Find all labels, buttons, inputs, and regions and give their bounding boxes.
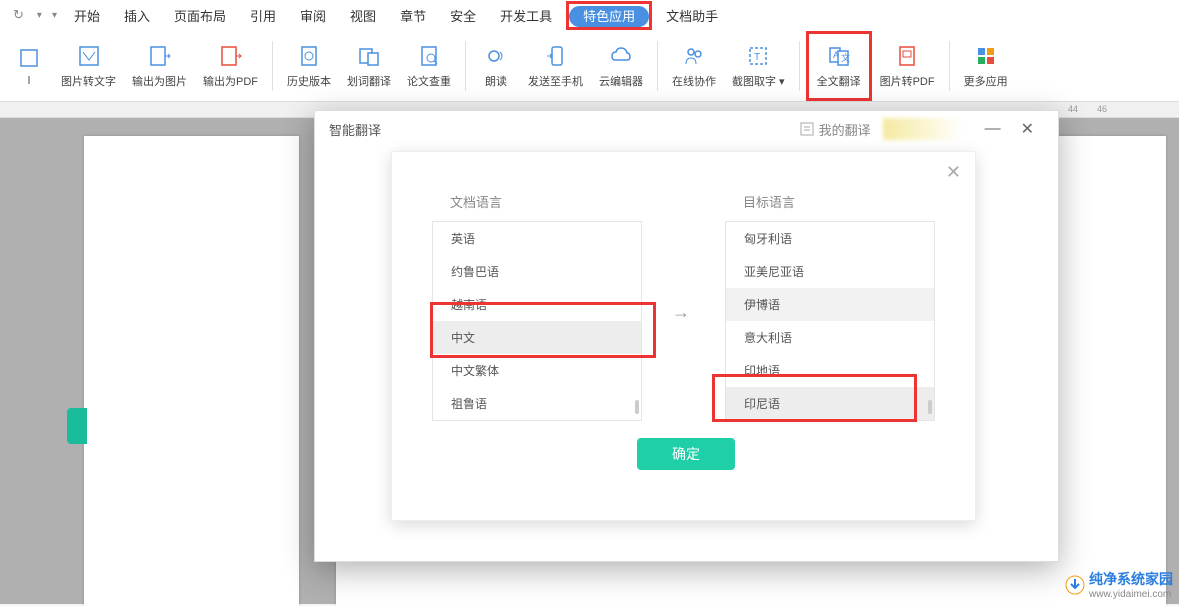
menu-view[interactable]: 视图: [338, 2, 388, 29]
target-language-list[interactable]: 匈牙利语 亚美尼亚语 伊博语 意大利语 印地语 印尼语: [725, 221, 935, 421]
screenshot-ocr-icon: T: [744, 42, 772, 70]
ribbon-image-to-text[interactable]: 图片转文字: [53, 34, 124, 98]
ribbon-separator: [799, 41, 800, 91]
export-pdf-icon: [217, 42, 245, 70]
confirm-button[interactable]: 确定: [637, 438, 735, 470]
ruler-mark: 46: [1097, 104, 1107, 114]
ribbon-separator: [949, 41, 950, 91]
watermark: 纯净系统家园 www.yidaimei.com: [1065, 569, 1173, 600]
watermark-logo-icon: [1065, 575, 1085, 595]
source-language-column: 文档语言 英语 约鲁巴语 越南语 中文 中文繁体 祖鲁语: [432, 192, 642, 421]
menu-chapter[interactable]: 章节: [388, 2, 438, 29]
lang-option-yoruba[interactable]: 约鲁巴语: [433, 255, 641, 288]
ribbon-send-phone[interactable]: 发送至手机: [520, 34, 591, 98]
lang-option-hungarian[interactable]: 匈牙利语: [726, 222, 934, 255]
dialog-title: 智能翻译: [329, 120, 381, 139]
ribbon-more-apps[interactable]: 更多应用: [956, 34, 1016, 98]
scroll-indicator[interactable]: [928, 400, 932, 414]
svg-text:T: T: [754, 52, 760, 63]
scroll-indicator[interactable]: [635, 400, 639, 414]
ribbon-export-pdf[interactable]: 输出为PDF: [195, 34, 266, 98]
ribbon-plagiarism[interactable]: 论文查重: [399, 34, 459, 98]
read-aloud-icon: [482, 42, 510, 70]
ribbon-full-translate[interactable]: A文 全文翻译: [809, 34, 869, 98]
menu-layout[interactable]: 页面布局: [162, 2, 238, 29]
menu-insert[interactable]: 插入: [112, 2, 162, 29]
ribbon-read-aloud[interactable]: 朗读: [472, 34, 520, 98]
lang-option-chinese[interactable]: 中文: [433, 321, 641, 354]
ribbon-collab[interactable]: 在线协作: [664, 34, 724, 98]
ribbon-history[interactable]: 历史版本: [279, 34, 339, 98]
ribbon-toolbar: l 图片转文字 输出为图片 输出为PDF 历史版本 划词翻译 论文查重 朗读 发…: [0, 30, 1179, 102]
ribbon-screenshot-ocr[interactable]: T 截图取字 ▾: [724, 34, 793, 98]
ribbon-word-translate[interactable]: 划词翻译: [339, 34, 399, 98]
more-apps-icon: [972, 42, 1000, 70]
full-translate-icon: A文: [825, 42, 853, 70]
lang-option-igbo[interactable]: 伊博语: [726, 288, 934, 321]
menu-review[interactable]: 审阅: [288, 2, 338, 29]
ribbon-separator: [465, 41, 466, 91]
minimize-button[interactable]: —: [975, 116, 1011, 142]
menu-overflow[interactable]: ▾: [47, 6, 62, 25]
side-tab[interactable]: [67, 408, 87, 444]
ribbon-separator: [272, 41, 273, 91]
menu-special-apps[interactable]: 特色应用: [569, 6, 649, 27]
language-selection-dialog: ✕ 文档语言 英语 约鲁巴语 越南语 中文 中文繁体 祖鲁语 → 目标语言 匈牙…: [391, 151, 976, 521]
swap-arrow-icon: →: [672, 302, 690, 323]
target-lang-label: 目标语言: [725, 192, 935, 211]
close-button[interactable]: ✕: [1011, 115, 1044, 143]
word-translate-icon: [355, 42, 383, 70]
lang-option-indonesian[interactable]: 印尼语: [726, 387, 934, 420]
menu-doc-assistant[interactable]: 文档助手: [654, 2, 730, 29]
annotation-menu-highlight: 特色应用: [566, 1, 652, 30]
lang-option-vietnamese[interactable]: 越南语: [433, 288, 641, 321]
document-page[interactable]: [84, 136, 299, 606]
send-phone-icon: [542, 42, 570, 70]
ribbon-cloud-edit[interactable]: 云编辑器: [591, 34, 651, 98]
ruler-mark: 44: [1068, 104, 1078, 114]
source-language-list[interactable]: 英语 约鲁巴语 越南语 中文 中文繁体 祖鲁语: [432, 221, 642, 421]
menu-security[interactable]: 安全: [438, 2, 488, 29]
dialog-header: 智能翻译 我的翻译 — ✕: [315, 111, 1058, 147]
lang-option-armenian[interactable]: 亚美尼亚语: [726, 255, 934, 288]
lang-option-italian[interactable]: 意大利语: [726, 321, 934, 354]
img-pdf-icon: [893, 42, 921, 70]
ribbon-img-pdf[interactable]: 图片转PDF: [872, 34, 943, 98]
image-text-icon: [75, 42, 103, 70]
redo-dropdown[interactable]: ▾: [32, 6, 47, 25]
target-language-column: 目标语言 匈牙利语 亚美尼亚语 伊博语 意大利语 印地语 印尼语: [725, 192, 935, 421]
lang-option-traditional-chinese[interactable]: 中文繁体: [433, 354, 641, 387]
lang-option-hindi[interactable]: 印地语: [726, 354, 934, 387]
ribbon-truncated-left[interactable]: l: [5, 34, 53, 98]
menu-bar: ↻ ▾ ▾ 开始 插入 页面布局 引用 审阅 视图 章节 安全 开发工具 特色应…: [0, 0, 1179, 30]
source-lang-label: 文档语言: [432, 192, 642, 211]
collab-icon: [680, 42, 708, 70]
lang-option-english[interactable]: 英语: [433, 222, 641, 255]
ribbon-separator: [657, 41, 658, 91]
my-translations-button[interactable]: 我的翻译: [799, 120, 871, 139]
export-image-icon: [146, 42, 174, 70]
menu-start[interactable]: 开始: [62, 2, 112, 29]
svg-text:文: 文: [841, 52, 850, 63]
ribbon-export-image[interactable]: 输出为图片: [124, 34, 195, 98]
annotation-ribbon-highlight: A文 全文翻译: [806, 31, 872, 101]
plagiarism-icon: [415, 42, 443, 70]
generic-icon: [15, 44, 43, 72]
redo-icon[interactable]: ↻: [5, 3, 32, 27]
menu-reference[interactable]: 引用: [238, 2, 288, 29]
translate-dialog: 智能翻译 我的翻译 — ✕ ✕ 文档语言 英语 约鲁巴语 越南语 中文 中文繁体…: [314, 110, 1059, 562]
watermark-brand: 纯净系统家园: [1089, 569, 1173, 589]
history-icon: [295, 42, 323, 70]
watermark-url: www.yidaimei.com: [1089, 589, 1173, 600]
cloud-edit-icon: [607, 42, 635, 70]
menu-devtools[interactable]: 开发工具: [488, 2, 564, 29]
user-avatar-blurred: [883, 118, 963, 140]
translations-icon: [799, 121, 815, 137]
lang-option-zulu[interactable]: 祖鲁语: [433, 387, 641, 420]
